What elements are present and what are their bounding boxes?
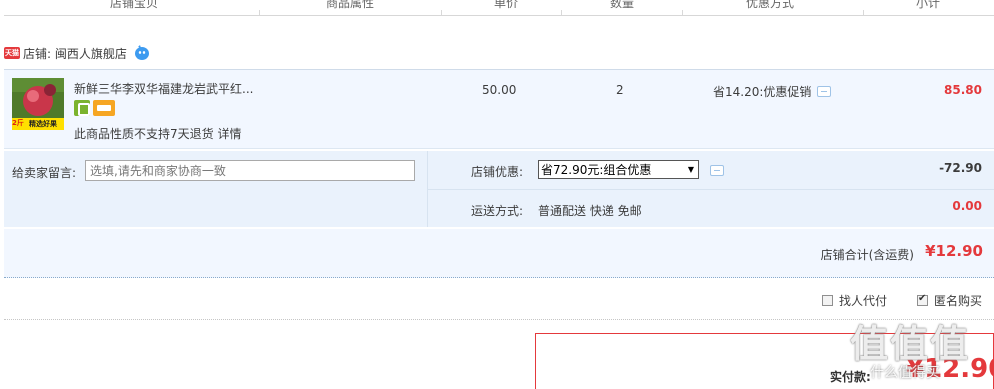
header-divider <box>4 15 994 16</box>
column-header-item: 店铺宝贝 <box>109 0 158 10</box>
column-header-subtotal: 小计 <box>915 0 940 10</box>
anonymous-purchase-label: 匿名购买 <box>933 294 982 308</box>
column-header-attr: 商品属性 <box>325 0 374 10</box>
unit-price: 50.00 <box>482 83 517 97</box>
shipping-method-value: 普通配送 快递 免邮 <box>538 204 642 218</box>
anonymous-purchase-option[interactable]: 匿名购买 <box>916 292 982 309</box>
item-subtotal: 85.80 <box>944 83 982 97</box>
seller-message-input[interactable] <box>85 160 415 181</box>
item-discount: 省14.20:优惠促销 <box>713 83 832 100</box>
payment-label: 实付款: <box>830 370 871 384</box>
cart-item-row: 2斤 精选好果 新鲜三华李双华福建龙岩武平红... 此商品性质不支持7天退货 详… <box>4 69 994 149</box>
site-watermark-logo: 值值值 <box>850 322 971 366</box>
credit-card-badge-icon[interactable] <box>93 100 115 116</box>
coupon-info-icon[interactable] <box>710 165 724 176</box>
guarantee-badge-icon[interactable] <box>74 100 90 116</box>
discount-info-icon[interactable] <box>817 86 832 97</box>
return-policy-detail-link[interactable]: 详情 <box>217 127 241 141</box>
column-header-row: 店铺宝贝 商品属性 单价 数量 优惠方式 小计 <box>0 0 994 15</box>
proxy-pay-checkbox[interactable] <box>821 295 833 306</box>
shop-coupon-label: 店铺优惠: <box>471 165 524 179</box>
shipping-fee: 0.00 <box>952 199 982 213</box>
shipping-method-label: 运送方式: <box>471 204 524 218</box>
proxy-pay-label: 找人代付 <box>838 294 887 308</box>
dropdown-arrow-icon: ▼ <box>687 165 694 174</box>
anonymous-purchase-checkbox[interactable] <box>916 293 928 306</box>
service-badges <box>74 100 115 116</box>
shop-coupon-select[interactable]: 省72.90元:组合优惠 ▼ <box>538 160 699 179</box>
product-title-link[interactable]: 新鲜三华李双华福建龙岩武平红... <box>74 80 264 97</box>
return-policy-text: 此商品性质不支持7天退货 <box>74 127 214 141</box>
item-quantity: 2 <box>616 83 624 97</box>
column-header-discount: 优惠方式 <box>745 0 794 10</box>
panel-divider <box>427 189 994 190</box>
shop-coupon-amount: -72.90 <box>939 161 982 175</box>
shop-row: 天猫 店铺: 闽西人旗舰店 <box>4 44 150 62</box>
shop-name[interactable]: 店铺: 闽西人旗舰店 <box>23 45 127 62</box>
thumbnail-caption-text: 精选好果 <box>29 120 57 128</box>
shop-total-row: 店铺合计(含运费) ¥12.90 <box>4 229 994 278</box>
return-policy-note: 此商品性质不支持7天退货 详情 <box>74 125 241 142</box>
wangwang-chat-icon[interactable] <box>134 45 150 61</box>
options-divider <box>4 319 994 320</box>
shop-total-label: 店铺合计(含运费) <box>820 248 914 262</box>
shop-total-value: ¥12.90 <box>925 242 983 260</box>
proxy-pay-option[interactable]: 找人代付 <box>821 292 887 309</box>
column-header-price: 单价 <box>493 0 518 10</box>
thumbnail-weight-text: 2斤 <box>12 119 24 127</box>
product-thumbnail[interactable]: 2斤 精选好果 <box>12 78 64 130</box>
column-header-qty: 数量 <box>609 0 634 10</box>
tmall-badge: 天猫 <box>4 47 20 59</box>
item-discount-text: 省14.20:优惠促销 <box>713 85 812 99</box>
seller-message-label: 给卖家留言: <box>12 166 77 180</box>
checkout-options: 找人代付 匿名购买 <box>821 292 982 309</box>
site-watermark-text: 什么值得买 <box>870 365 940 381</box>
order-options-panel: 给卖家留言: 店铺优惠: 省72.90元:组合优惠 ▼ -72.90 运送方式:… <box>4 151 994 227</box>
shop-coupon-selected: 省72.90元:组合优惠 <box>541 163 652 177</box>
